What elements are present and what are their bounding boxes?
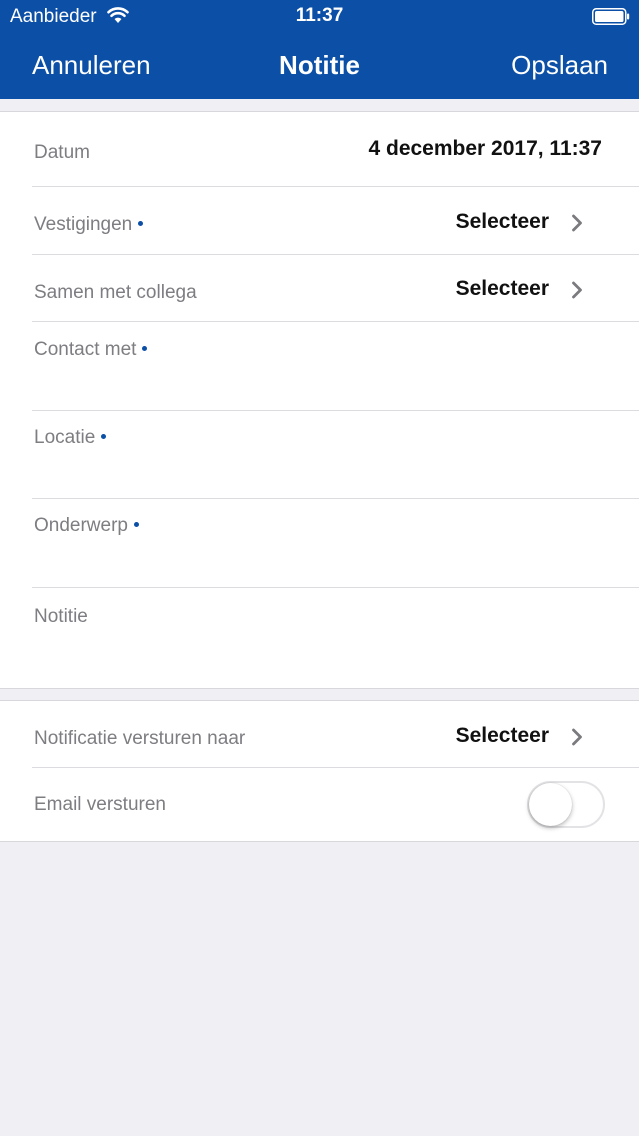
notification-settings: Notificatie versturen naar Selecteer Ema… [0,700,639,842]
status-bar: Aanbieder 11:37 [0,0,639,34]
note-label: Notitie [34,606,88,627]
date-label: Datum [34,142,90,163]
required-indicator [138,221,144,227]
navigation-bar: Annuleren Notitie Opslaan [0,34,639,99]
notify-value: Selecteer [455,724,549,747]
required-indicator [142,346,148,352]
colleague-value: Selecteer [455,277,549,300]
battery-icon [592,8,630,25]
subject-field[interactable]: Onderwerp [0,499,639,588]
required-indicator [134,522,139,528]
notify-label: Notificatie versturen naar [34,728,246,749]
branches-row[interactable]: Vestigingen Selecteer [0,187,639,255]
email-label: Email versturen [34,794,166,815]
status-time: 11:37 [295,5,344,26]
branches-label: Vestigingen [34,214,144,236]
location-field[interactable]: Locatie [0,411,639,499]
note-field[interactable]: Notitie [0,588,639,688]
chevron-right-icon [572,214,582,232]
subject-label: Onderwerp [34,515,139,537]
email-toggle[interactable] [527,781,605,828]
colleague-label: Samen met collega [34,282,197,303]
location-label: Locatie [34,427,107,449]
chevron-right-icon [572,281,582,299]
date-value: 4 december 2017, 11:37 [368,137,602,160]
top-bar: Aanbieder 11:37 Annuleren Notitie Opslaa… [0,0,639,99]
notify-row[interactable]: Notificatie versturen naar Selecteer [0,701,639,768]
contact-label: Contact met [34,339,148,361]
date-row[interactable]: Datum 4 december 2017, 11:37 [0,112,639,187]
contact-field[interactable]: Contact met [0,322,639,411]
branches-value: Selecteer [455,210,549,233]
required-indicator [101,434,107,440]
colleague-row[interactable]: Samen met collega Selecteer [0,255,639,322]
note-form: Datum 4 december 2017, 11:37 Vestigingen… [0,111,639,689]
chevron-right-icon [572,728,582,746]
save-button[interactable]: Opslaan [511,50,608,81]
toggle-knob [529,783,572,826]
